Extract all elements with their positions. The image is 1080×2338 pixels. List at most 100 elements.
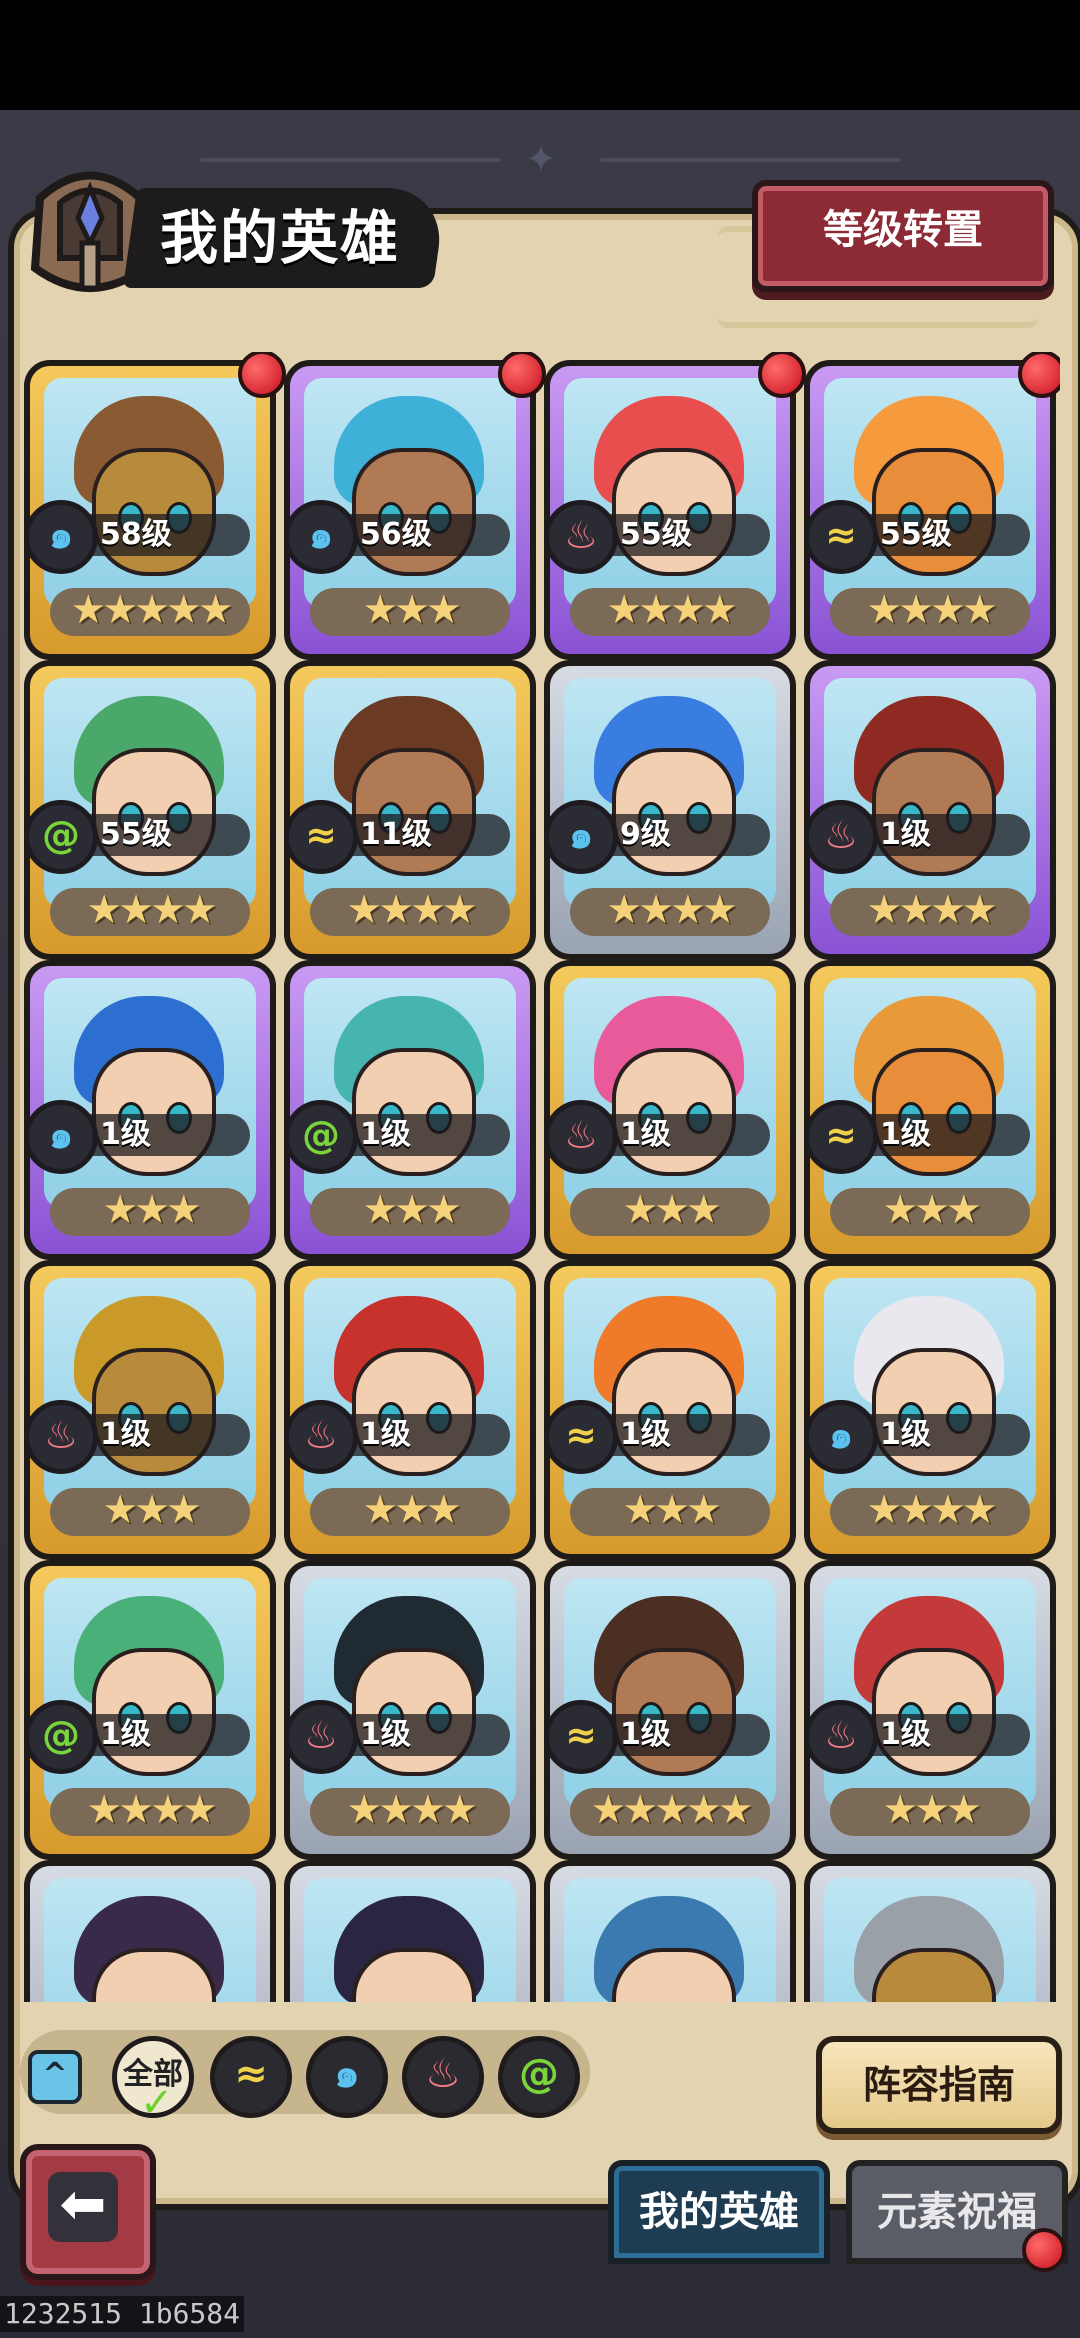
- hero-face: [872, 748, 996, 876]
- tab-my-heroes[interactable]: 我的英雄: [608, 2160, 830, 2264]
- notification-dot: [1022, 2228, 1066, 2272]
- hero-portrait: [304, 1878, 516, 2002]
- hero-card[interactable]: ♨ 1级 ★★★: [544, 960, 796, 1260]
- earth-element-icon: ≈: [804, 500, 878, 574]
- hero-face: [872, 1048, 996, 1176]
- hero-face: [872, 448, 996, 576]
- level-transfer-button[interactable]: 等级转置: [752, 180, 1054, 292]
- hero-card[interactable]: ♨ 55级 ★★★★: [544, 352, 806, 660]
- hero-portrait: [44, 1578, 256, 1808]
- hero-grid: ๑ 58级 ★★★★★ ๑ 56级 ★★★ ♨ 55级 ★★★★ ≈55级 ★★★★ @55级 ★★★★…: [24, 352, 1060, 2002]
- fire-element-icon: ♨: [804, 1700, 878, 1774]
- hero-level: 1级: [100, 1117, 151, 1152]
- filter-water-button[interactable]: ๑: [306, 2036, 388, 2118]
- hero-face: [352, 1048, 476, 1176]
- wind-element-icon: @: [284, 1100, 358, 1174]
- hero-card[interactable]: ≈1级 ★★★: [544, 1260, 796, 1560]
- water-element-icon: ๑: [24, 1100, 98, 1174]
- hero-portrait: [304, 378, 516, 608]
- hero-card[interactable]: ≈1级 ★★★: [804, 960, 1056, 1260]
- hero-stars: ★★★★★: [590, 1787, 753, 1833]
- hero-face: [352, 1348, 476, 1476]
- hero-card[interactable]: [544, 1860, 796, 2002]
- hero-stars: ★★★: [622, 1187, 722, 1233]
- hero-portrait: [44, 1278, 256, 1508]
- hero-card[interactable]: ๑ 56级 ★★★: [284, 352, 546, 660]
- hero-card[interactable]: ๑ 58级 ★★★★★: [24, 352, 286, 660]
- hero-face: [612, 748, 736, 876]
- hero-card[interactable]: ♨ 1级 ★★★: [24, 1260, 276, 1560]
- hero-portrait: [824, 678, 1036, 908]
- hero-face: [92, 1648, 216, 1776]
- back-button[interactable]: ⬅: [20, 2144, 156, 2280]
- hero-face: [872, 1648, 996, 1776]
- back-arrow-icon: ⬅: [48, 2172, 118, 2242]
- hero-face: [92, 748, 216, 876]
- hero-card[interactable]: ≈55级 ★★★★: [804, 352, 1060, 660]
- hero-portrait: [824, 378, 1036, 608]
- hero-portrait: [824, 1878, 1036, 2002]
- hero-card[interactable]: @1级 ★★★★: [24, 1560, 276, 1860]
- build-id: 1232515 1b6584: [0, 2296, 245, 2332]
- earth-element-icon: ≈: [804, 1100, 878, 1174]
- hero-face: [352, 748, 476, 876]
- hero-stars: ★★★: [362, 1187, 462, 1233]
- hero-level: 58级: [100, 517, 172, 552]
- hero-level: 1级: [620, 1117, 671, 1152]
- filter-wind-button[interactable]: @: [498, 2036, 580, 2118]
- filter-fire-button[interactable]: ♨: [402, 2036, 484, 2118]
- hero-stars: ★★★★★: [70, 587, 233, 633]
- water-element-icon: ๑: [24, 500, 98, 574]
- background-ornament-star-icon: ✦: [525, 137, 557, 181]
- hero-level: 1级: [360, 1117, 411, 1152]
- hero-face: [92, 1048, 216, 1176]
- fire-element-icon: ♨: [284, 1700, 358, 1774]
- hero-face: [612, 1048, 736, 1176]
- hero-card[interactable]: [24, 1860, 276, 2002]
- hero-stars: ★★★★: [606, 887, 737, 933]
- hero-card[interactable]: [284, 1860, 536, 2002]
- hero-portrait: [824, 1578, 1036, 1808]
- hero-portrait: [564, 378, 776, 608]
- hero-level: 1级: [360, 1717, 411, 1752]
- hero-stars: ★★★: [622, 1487, 722, 1533]
- fire-element-icon: ♨: [544, 1100, 618, 1174]
- hero-level: 1级: [880, 1417, 931, 1452]
- hero-portrait: [564, 1578, 776, 1808]
- hero-card[interactable]: @55级 ★★★★: [24, 660, 276, 960]
- collapse-toggle-button[interactable]: ^: [28, 2050, 82, 2104]
- fire-element-icon: ♨: [804, 800, 878, 874]
- hero-card[interactable]: [804, 1860, 1056, 2002]
- hero-card[interactable]: ≈1级 ★★★★★: [544, 1560, 796, 1860]
- wind-element-icon: @: [24, 1700, 98, 1774]
- screen: ✦ 我的英雄 等级转置 ๑ 58级 ★★★★★ ๑ 56级 ★★★ ♨ 55级 ★★★★ ≈55级…: [0, 0, 1080, 2338]
- hero-portrait: [564, 678, 776, 908]
- hero-card[interactable]: ๑ 1级 ★★★★: [804, 1260, 1056, 1560]
- hero-level: 55级: [100, 817, 172, 852]
- hero-card[interactable]: ♨ 1级 ★★★★: [804, 660, 1056, 960]
- hero-card[interactable]: ♨ 1级 ★★★★: [284, 1560, 536, 1860]
- hero-portrait: [564, 978, 776, 1208]
- hero-portrait: [44, 678, 256, 908]
- hero-stars: ★★★: [882, 1187, 982, 1233]
- hero-card[interactable]: ≈11级 ★★★★: [284, 660, 536, 960]
- water-element-icon: ๑: [544, 800, 618, 874]
- hero-stars: ★★★: [882, 1787, 982, 1833]
- hero-face: [612, 1348, 736, 1476]
- filter-earth-button[interactable]: ≈: [210, 2036, 292, 2118]
- check-icon: ✓: [140, 2080, 174, 2126]
- hero-face: [92, 1348, 216, 1476]
- hero-card[interactable]: ♨ 1级 ★★★: [804, 1560, 1056, 1860]
- hero-level: 1级: [360, 1417, 411, 1452]
- hero-level: 1级: [100, 1417, 151, 1452]
- hero-level: 1级: [880, 1717, 931, 1752]
- hero-card[interactable]: ♨ 1级 ★★★: [284, 1260, 536, 1560]
- hero-card[interactable]: ๑ 1级 ★★★: [24, 960, 276, 1260]
- hero-stars: ★★★: [102, 1187, 202, 1233]
- hero-card[interactable]: @1级 ★★★: [284, 960, 536, 1260]
- hero-card[interactable]: ๑ 9级 ★★★★: [544, 660, 796, 960]
- hero-portrait: [564, 1278, 776, 1508]
- hero-level: 1级: [100, 1717, 151, 1752]
- lineup-guide-button[interactable]: 阵容指南: [816, 2036, 1062, 2134]
- hero-face: [92, 448, 216, 576]
